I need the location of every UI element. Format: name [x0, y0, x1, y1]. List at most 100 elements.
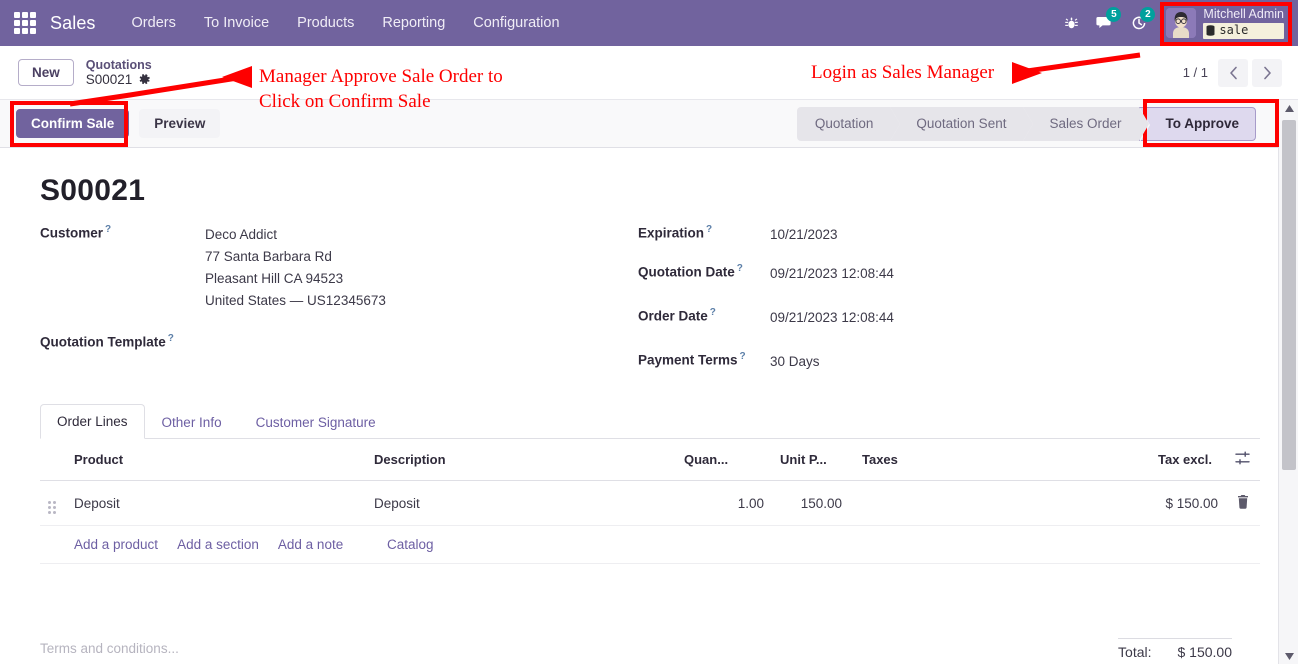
add-row: Add a product Add a section Add a note C…: [40, 525, 1260, 565]
col-taxes[interactable]: Taxes: [850, 439, 1150, 482]
app-brand-sales[interactable]: Sales: [50, 13, 96, 34]
user-name: Mitchell Admin: [1203, 7, 1284, 22]
total-value: $ 150.00: [1177, 643, 1233, 660]
tab-customer-signature[interactable]: Customer Signature: [239, 405, 393, 439]
field-value-quotation-date[interactable]: 09/21/2023 12:08:44: [770, 263, 894, 285]
add-row-handle-spacer: [40, 525, 66, 565]
top-navbar: Sales Orders To Invoice Products Reporti…: [0, 0, 1298, 46]
scroll-down-arrow-icon[interactable]: [1279, 648, 1298, 664]
col-unit-price[interactable]: Unit P...: [772, 439, 850, 482]
cell-unit-price[interactable]: 150.00: [772, 480, 850, 527]
add-a-section-link[interactable]: Add a section: [177, 537, 259, 552]
scrollbar-thumb[interactable]: [1282, 120, 1296, 470]
table-row[interactable]: Deposit Deposit 1.00 150.00 $ 150.00: [40, 480, 1260, 527]
add-a-product-link[interactable]: Add a product: [74, 537, 158, 552]
col-quantity[interactable]: Quan...: [676, 439, 772, 482]
messages-icon[interactable]: 5: [1088, 0, 1122, 46]
menu-item-configuration[interactable]: Configuration: [459, 9, 573, 37]
cell-description[interactable]: Deposit: [366, 480, 676, 527]
app-root: Sales Orders To Invoice Products Reporti…: [0, 0, 1298, 664]
cell-quantity[interactable]: 1.00: [676, 480, 772, 527]
field-payment-terms: Payment Terms? 30 Days: [638, 351, 1180, 373]
notebook: Order Lines Other Info Customer Signatur…: [0, 403, 1278, 565]
field-customer: Customer? Deco Addict 77 Santa Barbara R…: [40, 224, 620, 311]
field-label-expiration: Expiration?: [638, 224, 713, 241]
pager: 1 / 1: [1183, 58, 1298, 87]
confirm-sale-button[interactable]: Confirm Sale: [16, 109, 130, 138]
cell-tax-excl: $ 150.00: [1150, 480, 1226, 527]
terms-and-conditions-placeholder[interactable]: Terms and conditions...: [40, 641, 179, 656]
gear-icon[interactable]: [138, 73, 151, 86]
field-area: Customer? Deco Addict 77 Santa Barbara R…: [0, 224, 1278, 389]
field-value-order-date[interactable]: 09/21/2023 12:08:44: [770, 307, 894, 329]
page-title: S00021: [40, 174, 146, 207]
field-value-customer[interactable]: Deco Addict 77 Santa Barbara Rd Pleasant…: [205, 224, 386, 311]
field-value-payment-terms[interactable]: 30 Days: [770, 351, 820, 373]
order-lines-table: Product Description Quan... Unit P... Ta…: [40, 439, 1260, 565]
add-links: Add a product Add a section Add a note C…: [66, 525, 1260, 565]
breadcrumb-current-wrap: S00021: [86, 72, 152, 88]
help-icon[interactable]: ?: [105, 224, 111, 235]
help-icon[interactable]: ?: [706, 224, 712, 235]
field-label-quotation-date: Quotation Date?: [638, 262, 743, 280]
col-description[interactable]: Description: [366, 439, 676, 482]
menu-item-orders[interactable]: Orders: [118, 9, 190, 37]
breadcrumb-current: S00021: [85, 71, 133, 87]
field-column-left: Customer? Deco Addict 77 Santa Barbara R…: [0, 224, 620, 389]
menu-item-reporting[interactable]: Reporting: [368, 9, 459, 37]
cell-delete: [1226, 480, 1260, 527]
activities-clock-icon[interactable]: 2: [1122, 0, 1156, 46]
catalog-link[interactable]: Catalog: [387, 537, 434, 552]
status-quotation[interactable]: Quotation: [796, 106, 900, 141]
bug-icon[interactable]: [1054, 0, 1088, 46]
help-icon[interactable]: ?: [168, 333, 174, 344]
vertical-scrollbar[interactable]: [1278, 100, 1298, 664]
user-menu[interactable]: Mitchell Admin sale: [1162, 5, 1290, 40]
activities-badge: 2: [1140, 7, 1156, 22]
field-value-expiration[interactable]: 10/21/2023: [770, 224, 838, 246]
customer-address-line2: Pleasant Hill CA 94523: [205, 270, 344, 286]
navbar-menu: Orders To Invoice Products Reporting Con…: [118, 9, 574, 37]
user-info: Mitchell Admin sale: [1203, 7, 1284, 39]
avatar: [1166, 7, 1197, 38]
add-a-note-link[interactable]: Add a note: [278, 537, 343, 552]
field-order-date: Order Date? 09/21/2023 12:08:44: [638, 307, 1180, 329]
breadcrumb-parent[interactable]: Quotations: [86, 58, 152, 72]
record-sheet: S00021 Customer? Deco Addict 77 Santa Ba…: [0, 148, 1278, 633]
new-button[interactable]: New: [18, 59, 74, 86]
total-label: Total:: [1118, 643, 1152, 660]
breadcrumb: Quotations S00021: [86, 58, 152, 88]
field-label-quotation-template: Quotation Template?: [40, 333, 174, 350]
status-sales-order[interactable]: Sales Order: [1023, 106, 1149, 141]
chevron-right-icon[interactable]: [1252, 58, 1282, 87]
preview-button[interactable]: Preview: [139, 109, 221, 138]
field-expiration: Expiration? 10/21/2023: [638, 224, 1180, 246]
status-to-approve[interactable]: To Approve: [1138, 106, 1256, 142]
col-product[interactable]: Product: [66, 439, 366, 482]
customer-address-line3: United States — US12345673: [205, 292, 386, 308]
notebook-tabs: Order Lines Other Info Customer Signatur…: [40, 403, 1260, 440]
navbar-systray: 5 2 Mitchell Admin sale: [1054, 0, 1298, 46]
column-settings-icon[interactable]: [1235, 451, 1251, 468]
tab-other-info[interactable]: Other Info: [145, 405, 239, 439]
database-chip: sale: [1203, 22, 1284, 39]
status-quotation-sent[interactable]: Quotation Sent: [890, 106, 1034, 141]
help-icon[interactable]: ?: [737, 263, 743, 274]
chevron-left-icon[interactable]: [1218, 58, 1248, 87]
help-icon[interactable]: ?: [740, 351, 746, 362]
trash-icon[interactable]: [1237, 494, 1249, 512]
cell-taxes[interactable]: [850, 480, 1150, 527]
tab-order-lines[interactable]: Order Lines: [40, 404, 145, 440]
field-quotation-template: Quotation Template?: [40, 333, 620, 350]
scroll-up-arrow-icon[interactable]: [1279, 100, 1298, 116]
drag-handle-icon[interactable]: [40, 480, 66, 527]
menu-item-to-invoice[interactable]: To Invoice: [190, 9, 283, 37]
cell-product[interactable]: Deposit: [66, 480, 366, 527]
col-handle: [40, 439, 66, 482]
customer-name[interactable]: Deco Addict: [205, 224, 386, 246]
apps-grid-icon[interactable]: [14, 12, 36, 34]
menu-item-products[interactable]: Products: [283, 9, 368, 37]
help-icon[interactable]: ?: [710, 307, 716, 318]
database-name: sale: [1219, 22, 1249, 37]
col-tax-excl[interactable]: Tax excl.: [1150, 439, 1226, 482]
